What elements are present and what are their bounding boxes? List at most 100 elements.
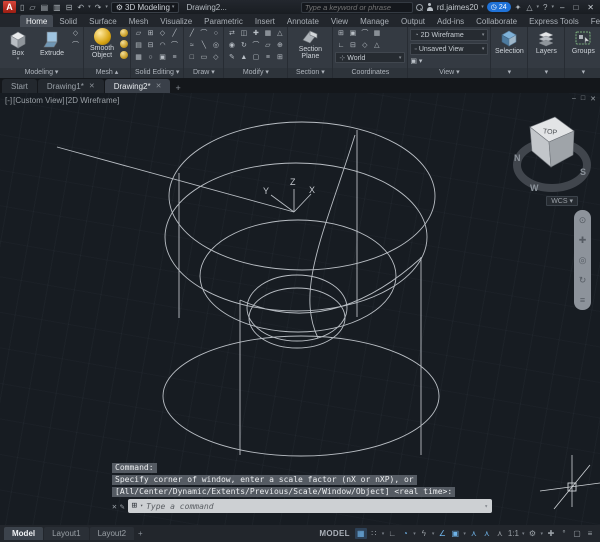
alerts-caret-icon[interactable]: ▾ <box>537 4 540 10</box>
search-input[interactable] <box>305 3 409 12</box>
file-tab-drawing2[interactable]: Drawing2* ✕ <box>105 79 171 93</box>
drawing-restore-button[interactable]: □ <box>581 95 585 103</box>
units-icon[interactable]: ° <box>558 528 570 539</box>
tool-icon[interactable]: ▦ <box>133 52 144 63</box>
polar-tracking-icon-caret[interactable]: ▾ <box>413 531 416 537</box>
snap-mode-icon[interactable]: ∷ <box>368 528 380 539</box>
minimize-button[interactable]: ‒ <box>557 3 567 12</box>
tool-icon[interactable]: ⊞ <box>145 28 156 39</box>
plot-icon[interactable]: ⊟ <box>65 3 74 12</box>
tool-icon[interactable]: ∟ <box>335 40 346 51</box>
tool-icon[interactable]: ╱ <box>169 28 180 39</box>
view-cube[interactable]: N W S TOP <box>506 103 594 207</box>
tool-icon[interactable]: ◇ <box>70 28 81 39</box>
tool-icon[interactable]: ⊞ <box>274 52 285 63</box>
ortho-mode-icon[interactable]: ∟ <box>386 528 398 539</box>
annotation-scale-value-caret[interactable]: ▾ <box>522 531 525 537</box>
tool-icon[interactable]: ⌒ <box>198 28 209 39</box>
redo-caret-icon[interactable]: ▾ <box>105 4 108 10</box>
panel-expand-selection[interactable]: ▾ <box>491 68 527 78</box>
tab-addins[interactable]: Add-ins <box>431 15 470 27</box>
new-icon[interactable]: ▯ <box>19 3 25 12</box>
model-viewport[interactable]: [-] [Custom View] [2D Wireframe] ‒ □ ✕ Y… <box>0 93 600 525</box>
panel-label-view[interactable]: View ▾ <box>408 68 490 78</box>
pan-icon[interactable]: ✚ <box>579 236 587 245</box>
undo-caret-icon[interactable]: ▾ <box>88 4 91 10</box>
smooth-object-button[interactable]: Smooth Object <box>86 28 118 60</box>
new-drawing-button[interactable]: + <box>175 83 180 93</box>
tool-icon[interactable]: ◠ <box>157 40 168 51</box>
tool-icon[interactable]: ▣ <box>347 28 358 39</box>
tab-manage[interactable]: Manage <box>354 15 395 27</box>
tool-icon[interactable]: △ <box>371 40 382 51</box>
maximize-button[interactable]: □ <box>570 3 581 12</box>
redo-icon[interactable]: ↷ <box>94 3 103 12</box>
tool-icon[interactable]: ▢ <box>250 52 261 63</box>
command-close-icon[interactable]: ✕ <box>112 502 117 511</box>
orbit-icon[interactable]: ↻ <box>579 276 587 285</box>
autocad-logo-icon[interactable]: A <box>3 1 16 13</box>
panel-label-draw[interactable]: Draw ▾ <box>184 68 223 78</box>
alerts-icon[interactable]: △ <box>525 3 533 12</box>
tool-icon[interactable]: ⊞ <box>335 28 346 39</box>
layers-button[interactable]: Layers <box>530 28 562 55</box>
osnap-tracking-icon[interactable]: ∠ <box>436 528 448 539</box>
panel-label-modeling[interactable]: Modeling ▾ <box>0 68 83 78</box>
tab-home[interactable]: Home <box>20 15 53 27</box>
command-input[interactable]: ⊞ ▾ Type a command ▾ <box>128 499 492 513</box>
model-tab[interactable]: Model <box>4 527 43 540</box>
extrude-button[interactable]: Extrude <box>36 28 68 57</box>
tool-icon[interactable]: ⊟ <box>145 40 156 51</box>
viewport-config-icon[interactable]: ▣ ▾ <box>410 56 422 67</box>
panel-expand-groups[interactable]: ▾ <box>565 68 600 78</box>
tool-icon[interactable]: ◇ <box>157 28 168 39</box>
navigation-wheel-icon[interactable]: ⊙ <box>579 216 587 225</box>
help-search[interactable] <box>301 2 413 13</box>
annotation-scale-value[interactable]: 1:1 <box>507 528 520 539</box>
panel-label-coordinates[interactable]: Coordinates <box>333 68 407 78</box>
grid-display-icon[interactable]: ▦ <box>355 528 367 539</box>
tab-view[interactable]: View <box>325 15 354 27</box>
isodraft-icon-caret[interactable]: ▾ <box>432 531 435 537</box>
tool-icon[interactable]: ▱ <box>133 28 144 39</box>
annotation-autoscale-icon[interactable]: ⋏ <box>481 528 493 539</box>
tool-icon[interactable]: ⊕ <box>274 40 285 51</box>
object-snap-icon-caret[interactable]: ▾ <box>463 531 466 537</box>
navigation-bar[interactable]: ⊙ ✚ ◎ ↻ ≡ <box>574 210 591 310</box>
tab-visualize[interactable]: Visualize <box>154 15 198 27</box>
trial-badge[interactable]: ◷ 24 <box>487 2 511 12</box>
tool-icon[interactable]: ▣ <box>157 52 168 63</box>
help-icon[interactable]: ? <box>542 3 548 12</box>
polar-tracking-icon[interactable]: ◔ <box>399 528 411 539</box>
tool-icon[interactable]: ╲ <box>198 40 209 51</box>
layout1-tab[interactable]: Layout1 <box>44 527 88 540</box>
customization-menu-icon[interactable]: ≡ <box>584 528 596 539</box>
tool-icon[interactable]: ▱ <box>262 40 273 51</box>
tool-icon[interactable]: ◎ <box>210 40 221 51</box>
workspace-gear-icon[interactable]: ⚙ <box>526 528 538 539</box>
tool-icon[interactable]: ⇄ <box>226 28 237 39</box>
viewport-menu-control[interactable]: [-] <box>5 96 12 105</box>
tab-solid[interactable]: Solid <box>53 15 83 27</box>
new-layout-button[interactable]: + <box>138 529 143 538</box>
tool-icon[interactable]: ○ <box>145 52 156 63</box>
tool-icon[interactable]: ▲ <box>238 52 249 63</box>
tool-icon[interactable]: ⊟ <box>347 40 358 51</box>
tool-icon[interactable]: ✎ <box>226 52 237 63</box>
mesh-refine-icon[interactable] <box>120 29 128 37</box>
tool-icon[interactable]: ◉ <box>226 40 237 51</box>
annotation-visibility-icon[interactable]: ⋏ <box>468 528 480 539</box>
save-icon[interactable]: ▤ <box>40 3 50 12</box>
showmotion-icon[interactable]: ≡ <box>580 296 585 305</box>
tool-icon[interactable]: ⌒ <box>70 40 81 51</box>
tool-icon[interactable]: ▭ <box>198 52 209 63</box>
tool-icon[interactable]: ╱ <box>186 28 197 39</box>
tool-icon[interactable]: ◇ <box>359 40 370 51</box>
tab-annotate[interactable]: Annotate <box>281 15 325 27</box>
close-button[interactable]: ✕ <box>584 3 597 12</box>
model-space-indicator[interactable]: MODEL <box>319 529 349 538</box>
drawing-minimize-button[interactable]: ‒ <box>572 95 576 103</box>
zoom-icon[interactable]: ◎ <box>579 256 587 265</box>
annotation-monitor-icon[interactable]: ✚ <box>545 528 557 539</box>
object-snap-icon[interactable]: ▣ <box>449 528 461 539</box>
